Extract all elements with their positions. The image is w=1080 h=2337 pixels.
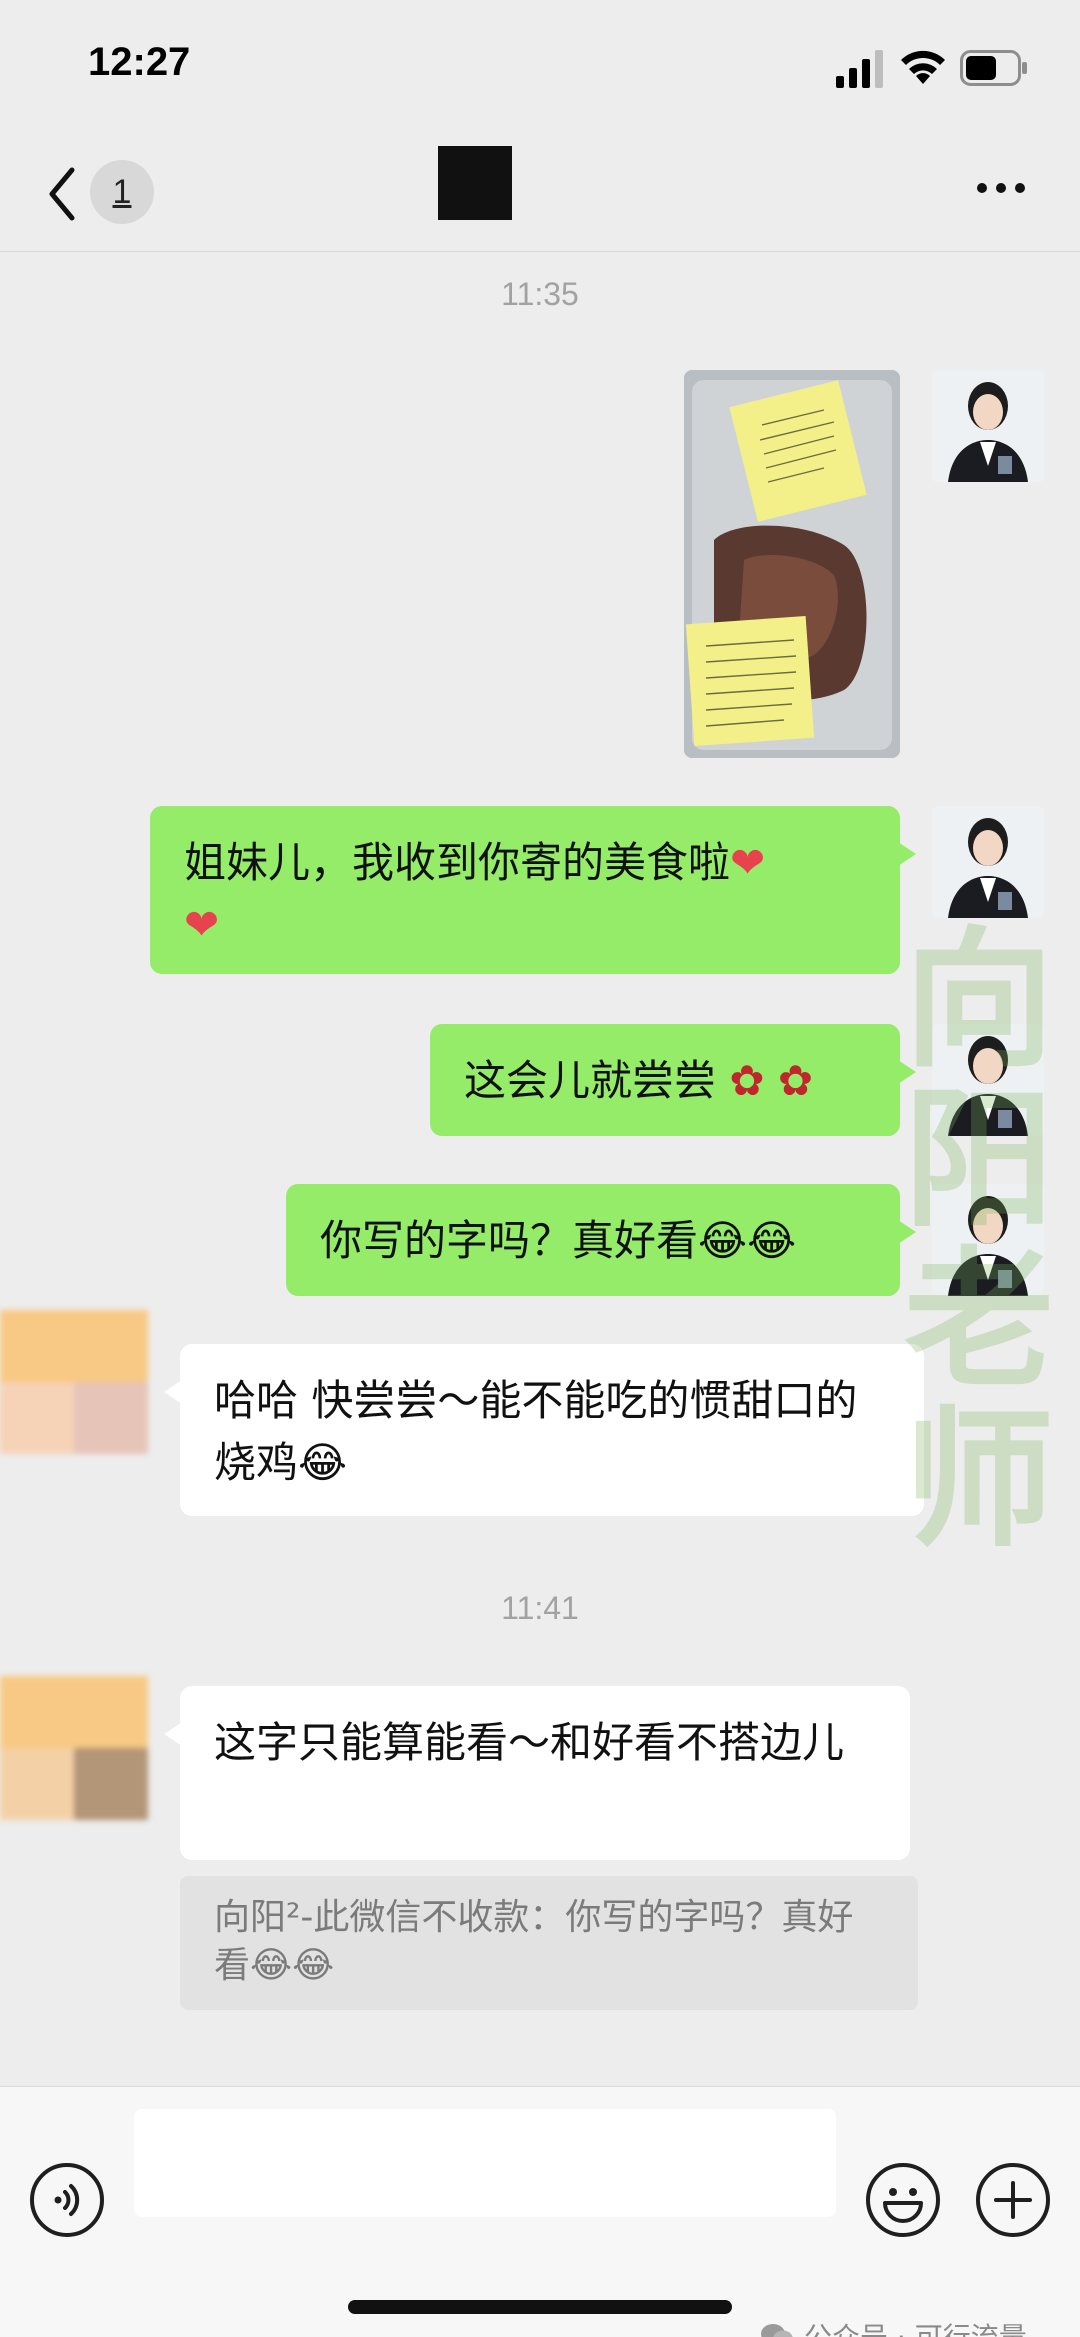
message-text: 姐妹儿，我收到你寄的美食啦 (184, 838, 731, 887)
message-text: 这会儿就尝尝 (464, 1056, 717, 1105)
incoming-message[interactable]: 这字只能算能看～和好看不搭边儿 (164, 1686, 910, 1860)
rose-emoji-icon: ✿ (716, 1056, 765, 1105)
heart-emoji-icon: ❤ (184, 900, 220, 949)
emoji-button[interactable] (866, 2163, 940, 2237)
message-text: 这字只能算能看～和好看不搭边儿 (214, 1718, 845, 1767)
source-watermark: 公众号 · 可行流量 (760, 2318, 1027, 2337)
tears-of-joy-emoji-icon: 😂😂 (250, 1945, 335, 1986)
my-avatar[interactable] (932, 806, 1044, 918)
more-options-icon[interactable] (974, 180, 1028, 196)
voice-input-button[interactable] (30, 2163, 104, 2237)
more-functions-button[interactable] (976, 2163, 1050, 2237)
wifi-icon (901, 50, 945, 84)
plus-icon (994, 2181, 1032, 2219)
chat-nav-bar: 1 (0, 140, 1080, 252)
message-timestamp: 11:41 (501, 1590, 579, 1626)
my-avatar[interactable] (932, 1184, 1044, 1296)
back-arrow-icon[interactable] (44, 164, 78, 224)
message-timestamp: 11:35 (501, 276, 579, 312)
incoming-message[interactable]: 哈哈 快尝尝～能不能吃的惯甜口的烧鸡😂 (164, 1344, 924, 1516)
my-avatar[interactable] (932, 370, 1044, 482)
message-input[interactable] (134, 2109, 836, 2217)
laughing-emoji-icon: 😂 (298, 1438, 348, 1487)
signal-icon (836, 50, 883, 88)
redacted-contact-name (438, 146, 512, 220)
contact-avatar-blurred[interactable] (0, 1676, 148, 1820)
heart-emoji-icon: ❤ (730, 838, 766, 887)
battery-icon (960, 50, 1027, 86)
unread-count-badge[interactable]: 1 (90, 160, 154, 224)
my-avatar[interactable] (932, 1024, 1044, 1136)
wechat-logo-icon (761, 2324, 793, 2337)
smiley-icon (883, 2188, 923, 2223)
photo-message[interactable] (684, 370, 900, 758)
outgoing-message[interactable]: 这会儿就尝尝 ✿ ✿ (430, 1024, 916, 1136)
quoted-message[interactable]: 向阳²-此微信不收款：你写的字吗？真好看😂😂 (180, 1876, 918, 2010)
nav-divider (0, 251, 1080, 252)
food-package-photo (684, 370, 900, 758)
outgoing-message[interactable]: 你写的字吗？真好看😂😂 (286, 1184, 916, 1296)
status-time: 12:27 (88, 40, 191, 84)
voice-icon (54, 2184, 80, 2216)
contact-avatar-blurred[interactable] (0, 1310, 148, 1454)
tears-of-joy-emoji-icon: 😂😂 (698, 1216, 797, 1265)
outgoing-message[interactable]: 姐妹儿，我收到你寄的美食啦❤ ❤ (150, 806, 916, 974)
message-text: 你写的字吗？真好看 (320, 1216, 699, 1265)
source-text: 公众号 · 可行流量 (804, 2316, 1027, 2337)
status-bar: 12:27 (0, 0, 1080, 140)
rose-emoji-icon: ✿ (764, 1056, 814, 1105)
home-indicator[interactable] (348, 2300, 732, 2314)
